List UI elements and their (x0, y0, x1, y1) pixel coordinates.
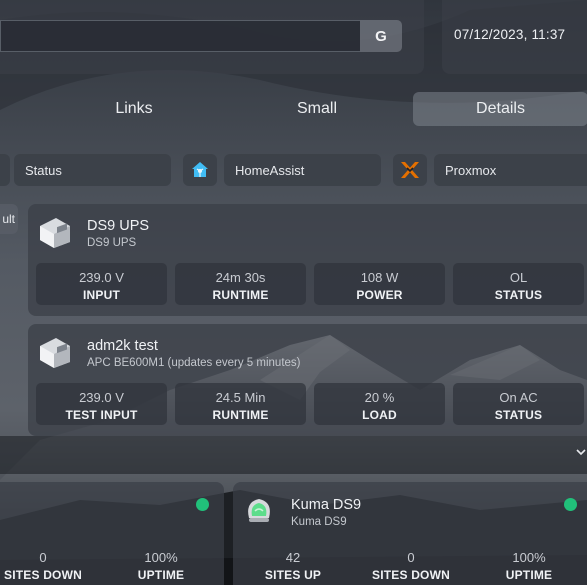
stat-label: TEST INPUT (65, 408, 138, 422)
stat-label: STATUS (494, 288, 543, 302)
stat-label: LOAD (362, 408, 397, 422)
stat-value: 239.0 V (79, 270, 124, 285)
service-proxmox[interactable]: Proxmox (434, 154, 587, 186)
stat-status: OL STATUS (453, 263, 584, 305)
stat-value: On AC (499, 390, 538, 405)
stat-value: 239.0 V (79, 390, 124, 405)
stat-value: 24.5 Min (215, 390, 266, 405)
ups-widget-ds9: DS9 UPS DS9 UPS 239.0 V INPUT 24m 30s RU… (28, 204, 587, 316)
service-status[interactable]: Status (14, 154, 171, 186)
stat-runtime: 24m 30s RUNTIME (175, 263, 306, 305)
stat-status: On AC STATUS (453, 383, 584, 425)
stat-test-input: 239.0 V TEST INPUT (36, 383, 167, 425)
ups-subtitle: DS9 UPS (87, 237, 137, 249)
stat-sites-down: 0 SITES DOWN (361, 538, 461, 585)
stat-label: STATUS (494, 408, 543, 422)
stat-label: RUNTIME (212, 408, 269, 422)
proxmox-icon (393, 154, 427, 186)
stat-label: UPTIME (137, 568, 185, 582)
stat-label: POWER (356, 288, 403, 302)
stat-value: OL (509, 270, 528, 285)
status-dot (564, 498, 577, 511)
home-assistant-icon (183, 154, 217, 186)
ups-subtitle: APC BE600M1 (updates every 5 minutes) (87, 357, 301, 369)
stat-value: 0 (39, 550, 47, 565)
stat-power: 108 W POWER (314, 263, 445, 305)
stat-uptime: 100% UPTIME (106, 538, 216, 585)
stat-value: 100% (512, 550, 546, 565)
ups-icon (38, 334, 72, 370)
kuma-title: Kuma DS9 (291, 497, 362, 513)
kuma-subtitle: Kuma DS9 (291, 516, 347, 528)
stat-load: 20 % LOAD (314, 383, 445, 425)
stat-sites-down: 0 SITES DOWN (0, 538, 96, 585)
stat-sites-up: 42 SITES UP (243, 538, 343, 585)
stat-label: RUNTIME (212, 288, 269, 302)
status-dot (196, 498, 209, 511)
uptime-kuma-icon (243, 494, 275, 526)
ups-title: adm2k test (87, 338, 158, 354)
stat-value: 42 (285, 550, 301, 565)
stat-label: UPTIME (505, 568, 553, 582)
stat-uptime: 100% UPTIME (479, 538, 579, 585)
stat-label: SITES DOWN (3, 568, 82, 582)
stat-runtime: 24.5 Min RUNTIME (175, 383, 306, 425)
stat-input: 239.0 V INPUT (36, 263, 167, 305)
stat-value: 100% (144, 550, 178, 565)
service-homeassist[interactable]: HomeAssist (224, 154, 381, 186)
status-icon (0, 154, 10, 186)
chevron-down-icon (576, 449, 586, 456)
ups-icon (38, 214, 72, 250)
ups-title: DS9 UPS (87, 218, 150, 234)
uptime-kuma-widget-ds9: Kuma DS9 Kuma DS9 42 SITES UP 0 SITES DO… (233, 482, 587, 585)
stat-value: 108 W (360, 270, 399, 285)
stat-value: 24m 30s (215, 270, 266, 285)
stat-value: 20 % (364, 390, 395, 405)
stat-label: SITES DOWN (371, 568, 450, 582)
collapsible-group-header[interactable] (0, 436, 587, 474)
stat-value: 0 (407, 550, 415, 565)
ups-widget-adm2k: adm2k test APC BE600M1 (updates every 5 … (28, 324, 587, 436)
uptime-kuma-widget-left: 0 SITES DOWN 100% UPTIME (0, 482, 224, 585)
service-links: Status HomeAssist Proxmox (0, 0, 587, 200)
stat-label: SITES UP (264, 568, 322, 582)
side-group-button[interactable]: ult (0, 204, 18, 234)
stat-label: INPUT (83, 288, 120, 302)
